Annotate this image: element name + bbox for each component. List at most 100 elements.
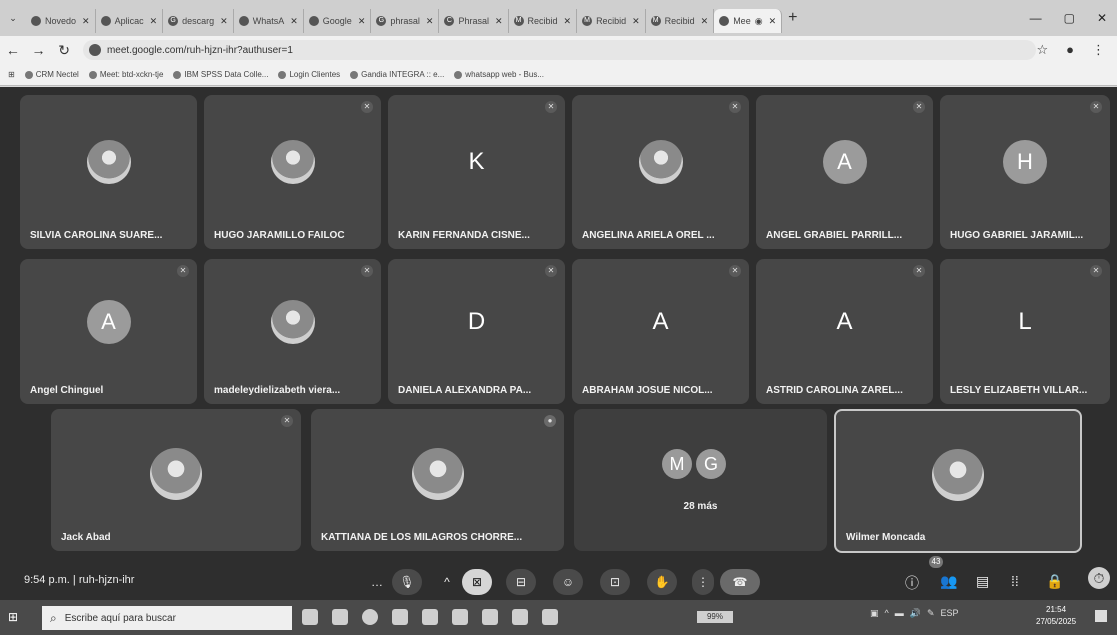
bookmark[interactable]: IBM SPSS Data Colle... bbox=[173, 70, 268, 79]
app-icon[interactable] bbox=[512, 609, 528, 625]
close-tab-icon[interactable]: ✕ bbox=[701, 16, 709, 27]
bookmark[interactable]: Meet: btd-xckn-tje bbox=[88, 70, 163, 79]
mic-button[interactable]: 🎙 bbox=[392, 569, 422, 595]
more-audio-options-icon[interactable]: … bbox=[370, 569, 384, 595]
tab-search-chevron-icon[interactable]: ⌄ bbox=[0, 13, 26, 24]
close-window-icon[interactable]: ✕ bbox=[1097, 11, 1107, 25]
volume-icon[interactable]: 🔊 bbox=[910, 608, 921, 619]
browser-tab[interactable]: Gphrasal ✕ bbox=[371, 9, 440, 33]
captions-button[interactable]: ⊟ bbox=[506, 569, 536, 595]
maximize-icon[interactable]: ▢ bbox=[1064, 11, 1075, 25]
close-tab-icon[interactable]: ✕ bbox=[769, 16, 777, 27]
participant-tile[interactable]: ✕ ANGELINA ARIELA OREL ... bbox=[572, 95, 749, 249]
clock-date: 27/05/2025 bbox=[1036, 617, 1077, 626]
close-tab-icon[interactable]: ✕ bbox=[82, 16, 90, 27]
bookmark[interactable]: CRM Nectel bbox=[24, 70, 79, 79]
raise-hand-button[interactable]: ✋ bbox=[647, 569, 677, 595]
participant-tile[interactable]: SILVIA CAROLINA SUARE... bbox=[20, 95, 197, 249]
close-tab-icon[interactable]: ✕ bbox=[564, 16, 572, 27]
notifications-icon[interactable] bbox=[1095, 610, 1107, 622]
apps-grid-icon[interactable]: ⊞ bbox=[8, 70, 15, 79]
reload-icon[interactable]: ↻ bbox=[51, 42, 77, 59]
activities-icon[interactable]: ⁞⁞ bbox=[1011, 573, 1019, 589]
emoji-button[interactable]: ☺ bbox=[553, 569, 583, 595]
chrome-icon[interactable] bbox=[362, 609, 378, 625]
more-options-button[interactable]: ⋮ bbox=[692, 569, 714, 595]
app-icon[interactable] bbox=[332, 609, 348, 625]
new-tab-button[interactable]: + bbox=[788, 9, 797, 27]
browser-tab[interactable]: Novedo ✕ bbox=[26, 9, 96, 33]
participant-tile[interactable]: ● KATTIANA DE LOS MILAGROS CHORRE... bbox=[311, 409, 564, 551]
taskbar-clock[interactable]: 21:54 27/05/2025 bbox=[1036, 604, 1076, 628]
participant-tile[interactable]: ✕ H HUGO GABRIEL JARAMIL... bbox=[940, 95, 1110, 249]
participant-tile[interactable]: ✕ A ANGEL GRABIEL PARRILL... bbox=[756, 95, 933, 249]
bookmark[interactable]: Gandia INTEGRA :: e... bbox=[350, 70, 444, 79]
bookmark[interactable]: whatsapp web - Bus... bbox=[454, 70, 544, 79]
bookmarks-bar: ⊞ CRM Nectel Meet: btd-xckn-tje IBM SPSS… bbox=[0, 64, 1117, 86]
battery-indicator[interactable]: 99% bbox=[697, 611, 733, 623]
speaker-tile[interactable]: Wilmer Moncada bbox=[834, 409, 1082, 553]
meet-control-bar: 9:54 p.m. | ruh-hjzn-ihr … 🎙 ^ ⊠ ⊟ ☺ ⊡ ✋… bbox=[0, 563, 1117, 600]
people-icon[interactable]: 👥 bbox=[940, 573, 957, 590]
mic-muted-icon: ✕ bbox=[913, 101, 925, 113]
close-tab-icon[interactable]: ✕ bbox=[150, 16, 158, 27]
browser-tab[interactable]: Gdescarg ✕ bbox=[163, 9, 234, 33]
close-tab-icon[interactable]: ✕ bbox=[426, 16, 434, 27]
participant-tile[interactable]: ✕ Jack Abad bbox=[51, 409, 301, 551]
camera-off-button[interactable]: ⊠ bbox=[462, 569, 492, 595]
info-icon[interactable]: ⓘ bbox=[905, 573, 919, 593]
taskbar-search[interactable]: ⌕ Escribe aquí para buscar bbox=[42, 606, 292, 630]
close-tab-icon[interactable]: ✕ bbox=[220, 16, 228, 27]
participant-tile[interactable]: ✕ A ABRAHAM JOSUE NICOL... bbox=[572, 259, 749, 404]
forward-icon[interactable]: → bbox=[26, 42, 52, 58]
browser-tab[interactable]: Aplicac ✕ bbox=[96, 9, 164, 33]
bookmark-star-icon[interactable]: ☆ bbox=[1036, 42, 1048, 58]
google-icon: G bbox=[168, 16, 179, 26]
minimize-icon[interactable]: — bbox=[1030, 11, 1042, 25]
app-icon[interactable] bbox=[422, 609, 438, 625]
close-tab-icon[interactable]: ✕ bbox=[495, 16, 503, 27]
participant-tile[interactable]: ✕ HUGO JARAMILLO FAILOC bbox=[204, 95, 381, 249]
leave-call-button[interactable]: ☎ bbox=[720, 569, 760, 595]
participant-tile[interactable]: ✕ A ASTRID CAROLINA ZAREL... bbox=[756, 259, 933, 404]
chevron-up-icon[interactable]: ^ bbox=[885, 608, 889, 619]
menu-kebab-icon[interactable]: ⋮ bbox=[1092, 42, 1105, 58]
browser-tab[interactable]: M Recibid ✕ bbox=[509, 9, 578, 33]
browser-tab[interactable]: M Recibid ✕ bbox=[646, 9, 715, 33]
windows-start-icon[interactable]: ⊞ bbox=[8, 610, 22, 624]
participant-tile[interactable]: ✕ D DANIELA ALEXANDRA PA... bbox=[388, 259, 565, 404]
browser-tab[interactable]: Google ✕ bbox=[304, 9, 372, 33]
host-controls-icon[interactable]: 🔒 bbox=[1046, 573, 1063, 590]
network-icon[interactable]: ▬ bbox=[895, 608, 904, 619]
site-info-icon[interactable] bbox=[88, 44, 101, 56]
more-participants-tile[interactable]: M G 28 más bbox=[574, 409, 827, 551]
participant-tile[interactable]: ✕ A Angel Chinguel bbox=[20, 259, 197, 404]
app-icon[interactable] bbox=[542, 609, 558, 625]
browser-tab-active[interactable]: Mee ◉ ✕ bbox=[714, 9, 783, 33]
present-screen-button[interactable]: ⊡ bbox=[600, 569, 630, 595]
close-tab-icon[interactable]: ✕ bbox=[632, 16, 640, 27]
profile-avatar-icon[interactable]: ● bbox=[1066, 42, 1074, 58]
browser-tab[interactable]: C Phrasal ✕ bbox=[439, 9, 509, 33]
language-indicator[interactable]: ESP bbox=[941, 608, 959, 619]
participant-photo bbox=[411, 448, 464, 500]
close-tab-icon[interactable]: ✕ bbox=[358, 16, 366, 27]
chevron-up-icon[interactable]: ^ bbox=[436, 569, 458, 595]
bookmark[interactable]: Login Clientes bbox=[278, 70, 340, 79]
browser-tab[interactable]: M Recibid ✕ bbox=[577, 9, 646, 33]
chat-icon[interactable]: ▤ bbox=[976, 573, 989, 590]
participant-tile[interactable]: ✕ K KARIN FERNANDA CISNE... bbox=[388, 95, 565, 249]
pen-icon[interactable]: ✎ bbox=[927, 608, 935, 619]
app-icon[interactable] bbox=[452, 609, 468, 625]
url-field[interactable]: meet.google.com/ruh-hjzn-ihr?authuser=1 bbox=[82, 40, 1037, 60]
close-tab-icon[interactable]: ✕ bbox=[290, 16, 298, 27]
participant-tile[interactable]: ✕ L LESLY ELIZABETH VILLAR... bbox=[940, 259, 1110, 404]
participant-tile[interactable]: ✕ madeleydielizabeth viera... bbox=[204, 259, 381, 404]
browser-tab[interactable]: WhatsA ✕ bbox=[234, 9, 304, 33]
file-explorer-icon[interactable] bbox=[392, 609, 408, 625]
task-view-icon[interactable] bbox=[302, 609, 318, 625]
tray-app-icon[interactable]: ▣ bbox=[870, 608, 879, 619]
app-icon[interactable] bbox=[482, 609, 498, 625]
back-icon[interactable]: ← bbox=[0, 42, 26, 58]
timer-icon[interactable]: ⏱ bbox=[1088, 567, 1110, 589]
